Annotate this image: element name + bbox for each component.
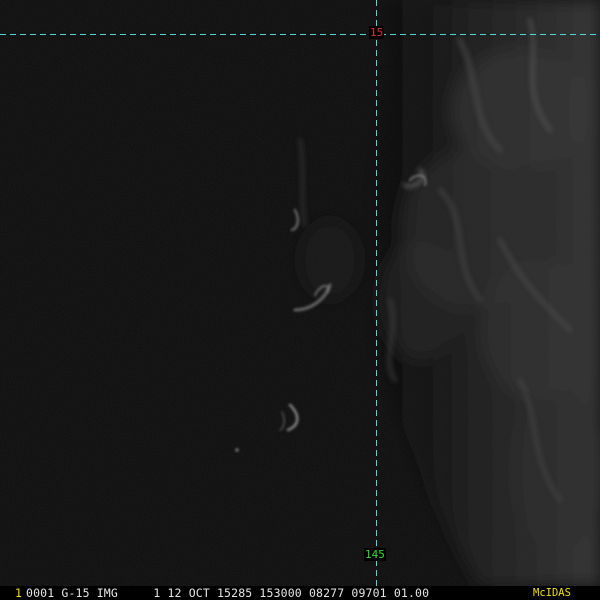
status-bar: 1 0001 G-15 IMG 1 12 OCT 15285 153000 08… [0, 586, 600, 600]
satellite-frame: 15 145 1 0001 G-15 IMG 1 12 OCT 15285 15… [0, 0, 600, 600]
software-label: McIDAS [533, 587, 571, 599]
satellite-image [0, 0, 600, 586]
longitude-label: 145 [364, 548, 386, 561]
image-info: 0001 G-15 IMG 1 12 OCT 15285 153000 0827… [26, 586, 430, 600]
latitude-label: 15 [369, 26, 385, 39]
frame-number: 1 [15, 586, 22, 600]
